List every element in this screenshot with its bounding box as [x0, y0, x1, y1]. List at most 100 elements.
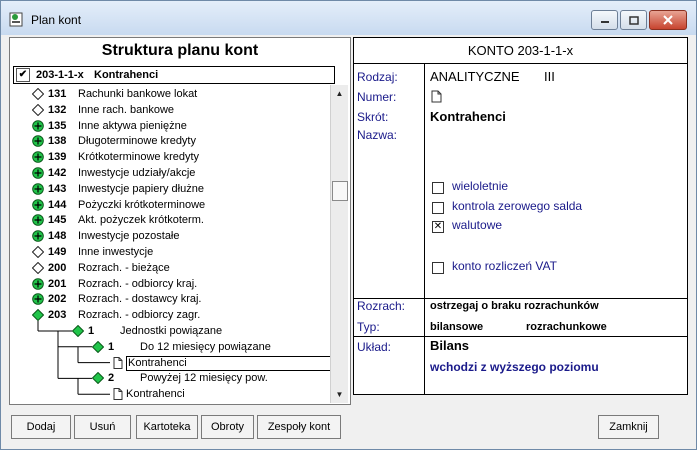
tree-row[interactable]: Kontrahenci: [10, 355, 330, 371]
diamond-node-icon: [31, 245, 45, 259]
minimize-button[interactable]: [591, 10, 618, 30]
tree-row[interactable]: 2 Powyżej 12 miesięcy pow.: [10, 370, 328, 386]
tree-row[interactable]: 139 Krótkoterminowe kredyty: [10, 149, 328, 165]
tree-row-label: Krótkoterminowe kredyty: [78, 151, 200, 164]
tree-row[interactable]: 143 Inwestycje papiery dłużne: [10, 181, 328, 197]
tree-row-label: Akt. pożyczek krótkoterm.: [78, 214, 204, 227]
tree-scrollbar[interactable]: ▲ ▼: [330, 85, 348, 403]
expand-plus-icon: [32, 293, 44, 306]
tree-row-code: 145: [48, 214, 67, 227]
tree-row[interactable]: 148 Inwestycje pozostałe: [10, 228, 328, 244]
tree-row-code: 135: [48, 119, 67, 132]
account-tree-panel: Struktura planu kont ✔ 203-1-1-x Kontrah…: [9, 37, 351, 405]
tree-row-code: 2: [108, 372, 115, 385]
walutowe-label: walutowe: [452, 218, 503, 232]
tree-row[interactable]: 132 Inne rach. bankowe: [10, 102, 328, 118]
divider-vertical: [424, 64, 425, 394]
tree-row-label: Rozrach. - bieżące: [78, 261, 170, 274]
tree-row[interactable]: 135 Inne aktywa pieniężne: [10, 118, 328, 134]
konto-rozliczen-vat-checkbox[interactable]: [432, 262, 444, 274]
walutowe-checkbox[interactable]: ✕: [432, 221, 444, 233]
expanded-diamond-icon: [31, 308, 45, 322]
account-details-title: KONTO 203-1-1-x: [354, 38, 687, 64]
tree-row[interactable]: 149 Inne inwestycje: [10, 244, 328, 260]
scroll-up-arrow-icon[interactable]: ▲: [332, 86, 347, 101]
obroty-button[interactable]: Obroty: [201, 415, 254, 439]
tree-row-label: Inwestycje papiery dłużne: [78, 182, 204, 195]
client-area: Struktura planu kont ✔ 203-1-1-x Kontrah…: [7, 35, 690, 443]
rozrach-value: ostrzegaj o braku rozrachunków: [430, 300, 599, 312]
scroll-thumb[interactable]: [332, 181, 348, 201]
tree-row[interactable]: 138 Długoterminowe kredyty: [10, 133, 328, 149]
tree-row-code: 144: [48, 198, 67, 211]
tree-row-code: 139: [48, 151, 67, 164]
usun-button[interactable]: Usuń: [74, 415, 131, 439]
window-title: Plan kont: [31, 13, 82, 27]
kartoteka-button[interactable]: Kartoteka: [136, 415, 198, 439]
tree-row-code: 200: [48, 261, 67, 274]
tree-row-code: 148: [48, 230, 67, 243]
tree-row[interactable]: 200 Rozrach. - bieżące: [10, 260, 328, 276]
selected-account-name: Kontrahenci: [94, 69, 159, 81]
close-button[interactable]: [649, 10, 687, 30]
divider-horizontal: [354, 336, 687, 337]
maximize-button[interactable]: [620, 10, 647, 30]
zamknij-button[interactable]: Zamknij: [598, 415, 659, 439]
tree-panel-title: Struktura planu kont: [101, 42, 259, 59]
expand-plus-icon: [32, 277, 44, 290]
tree-row-label: Rozrach. - odbiorcy kraj.: [78, 277, 198, 290]
dodaj-button[interactable]: Dodaj: [11, 415, 71, 439]
selected-account-code: 203-1-1-x: [36, 69, 84, 81]
expand-plus-icon: [32, 151, 44, 163]
tree-row-label: Kontrahenci: [126, 388, 185, 401]
rodzaj-label: Rodzaj:: [357, 70, 398, 84]
tree-row[interactable]: Kontrahenci: [10, 386, 328, 402]
konto-rozliczen-vat-label: konto rozliczeń VAT: [452, 259, 557, 273]
tree-row-code: 138: [48, 135, 67, 148]
selected-account-bar[interactable]: ✔ 203-1-1-x Kontrahenci: [13, 66, 335, 84]
expand-plus-icon: [32, 198, 44, 211]
rodzaj-level: III: [544, 69, 555, 84]
tree-row-code: 131: [48, 88, 67, 100]
rodzaj-value: ANALITYCZNE: [430, 69, 520, 84]
expand-plus-icon: [32, 167, 44, 179]
tree-row-code: 1: [88, 325, 95, 337]
tree-row-label: Inwestycje udziały/akcje: [78, 167, 196, 179]
tree-row-label: Rachunki bankowe lokat: [78, 88, 198, 100]
wieloletnie-checkbox[interactable]: [432, 182, 444, 194]
tree-row-label: Do 12 miesięcy powiązane: [140, 340, 271, 353]
expanded-diamond-icon: [91, 340, 105, 354]
tree-row[interactable]: 202 Rozrach. - dostawcy kraj.: [10, 291, 328, 307]
document-icon: [112, 356, 124, 369]
close-icon: [663, 15, 673, 25]
tree-row[interactable]: 131 Rachunki bankowe lokat: [10, 86, 328, 102]
uklad-value: Bilans: [430, 338, 470, 353]
tree-row-code: 202: [48, 293, 67, 306]
tree-row-label: Rozrach. - dostawcy kraj.: [78, 293, 202, 306]
expand-plus-icon: [32, 135, 44, 148]
tree-row[interactable]: 203 Rozrach. - odbiorcy zagr.: [10, 307, 328, 323]
kontrola-zerowego-salda-checkbox[interactable]: [432, 202, 444, 214]
tree-row-label: Pożyczki krótkoterminowe: [78, 198, 206, 211]
tree-row[interactable]: 201 Rozrach. - odbiorcy kraj.: [10, 276, 328, 292]
tree-row[interactable]: 145 Akt. pożyczek krótkoterm.: [10, 212, 328, 228]
title-bar[interactable]: Plan kont: [1, 1, 696, 35]
expanded-diamond-icon: [91, 372, 105, 385]
plan-kont-window: Plan kont Struktura planu kont ✔ 203-1-1…: [0, 0, 697, 450]
typ-value-rozrachunkowe: rozrachunkowe: [526, 321, 607, 333]
tree-row-code: 1: [108, 340, 115, 353]
tree-row[interactable]: 1 Do 12 miesięcy powiązane: [10, 339, 328, 355]
expand-plus-icon: [32, 214, 44, 227]
expand-plus-icon: [32, 119, 44, 132]
check-icon: ✔: [16, 68, 30, 82]
tree-row[interactable]: 1 Jednostki powiązane: [10, 323, 328, 339]
diamond-node-icon: [31, 103, 45, 117]
tree-row[interactable]: 142 Inwestycje udziały/akcje: [10, 165, 328, 181]
zespoly-kont-button[interactable]: Zespoły kont: [257, 415, 341, 439]
tree-row-code: 201: [48, 277, 67, 290]
scroll-down-arrow-icon[interactable]: ▼: [332, 387, 347, 402]
tree-row-code: 203: [48, 309, 67, 322]
tree-row[interactable]: 144 Pożyczki krótkoterminowe: [10, 197, 328, 213]
app-icon: [9, 12, 23, 27]
tree-row-label: Kontrahenci: [126, 355, 330, 371]
